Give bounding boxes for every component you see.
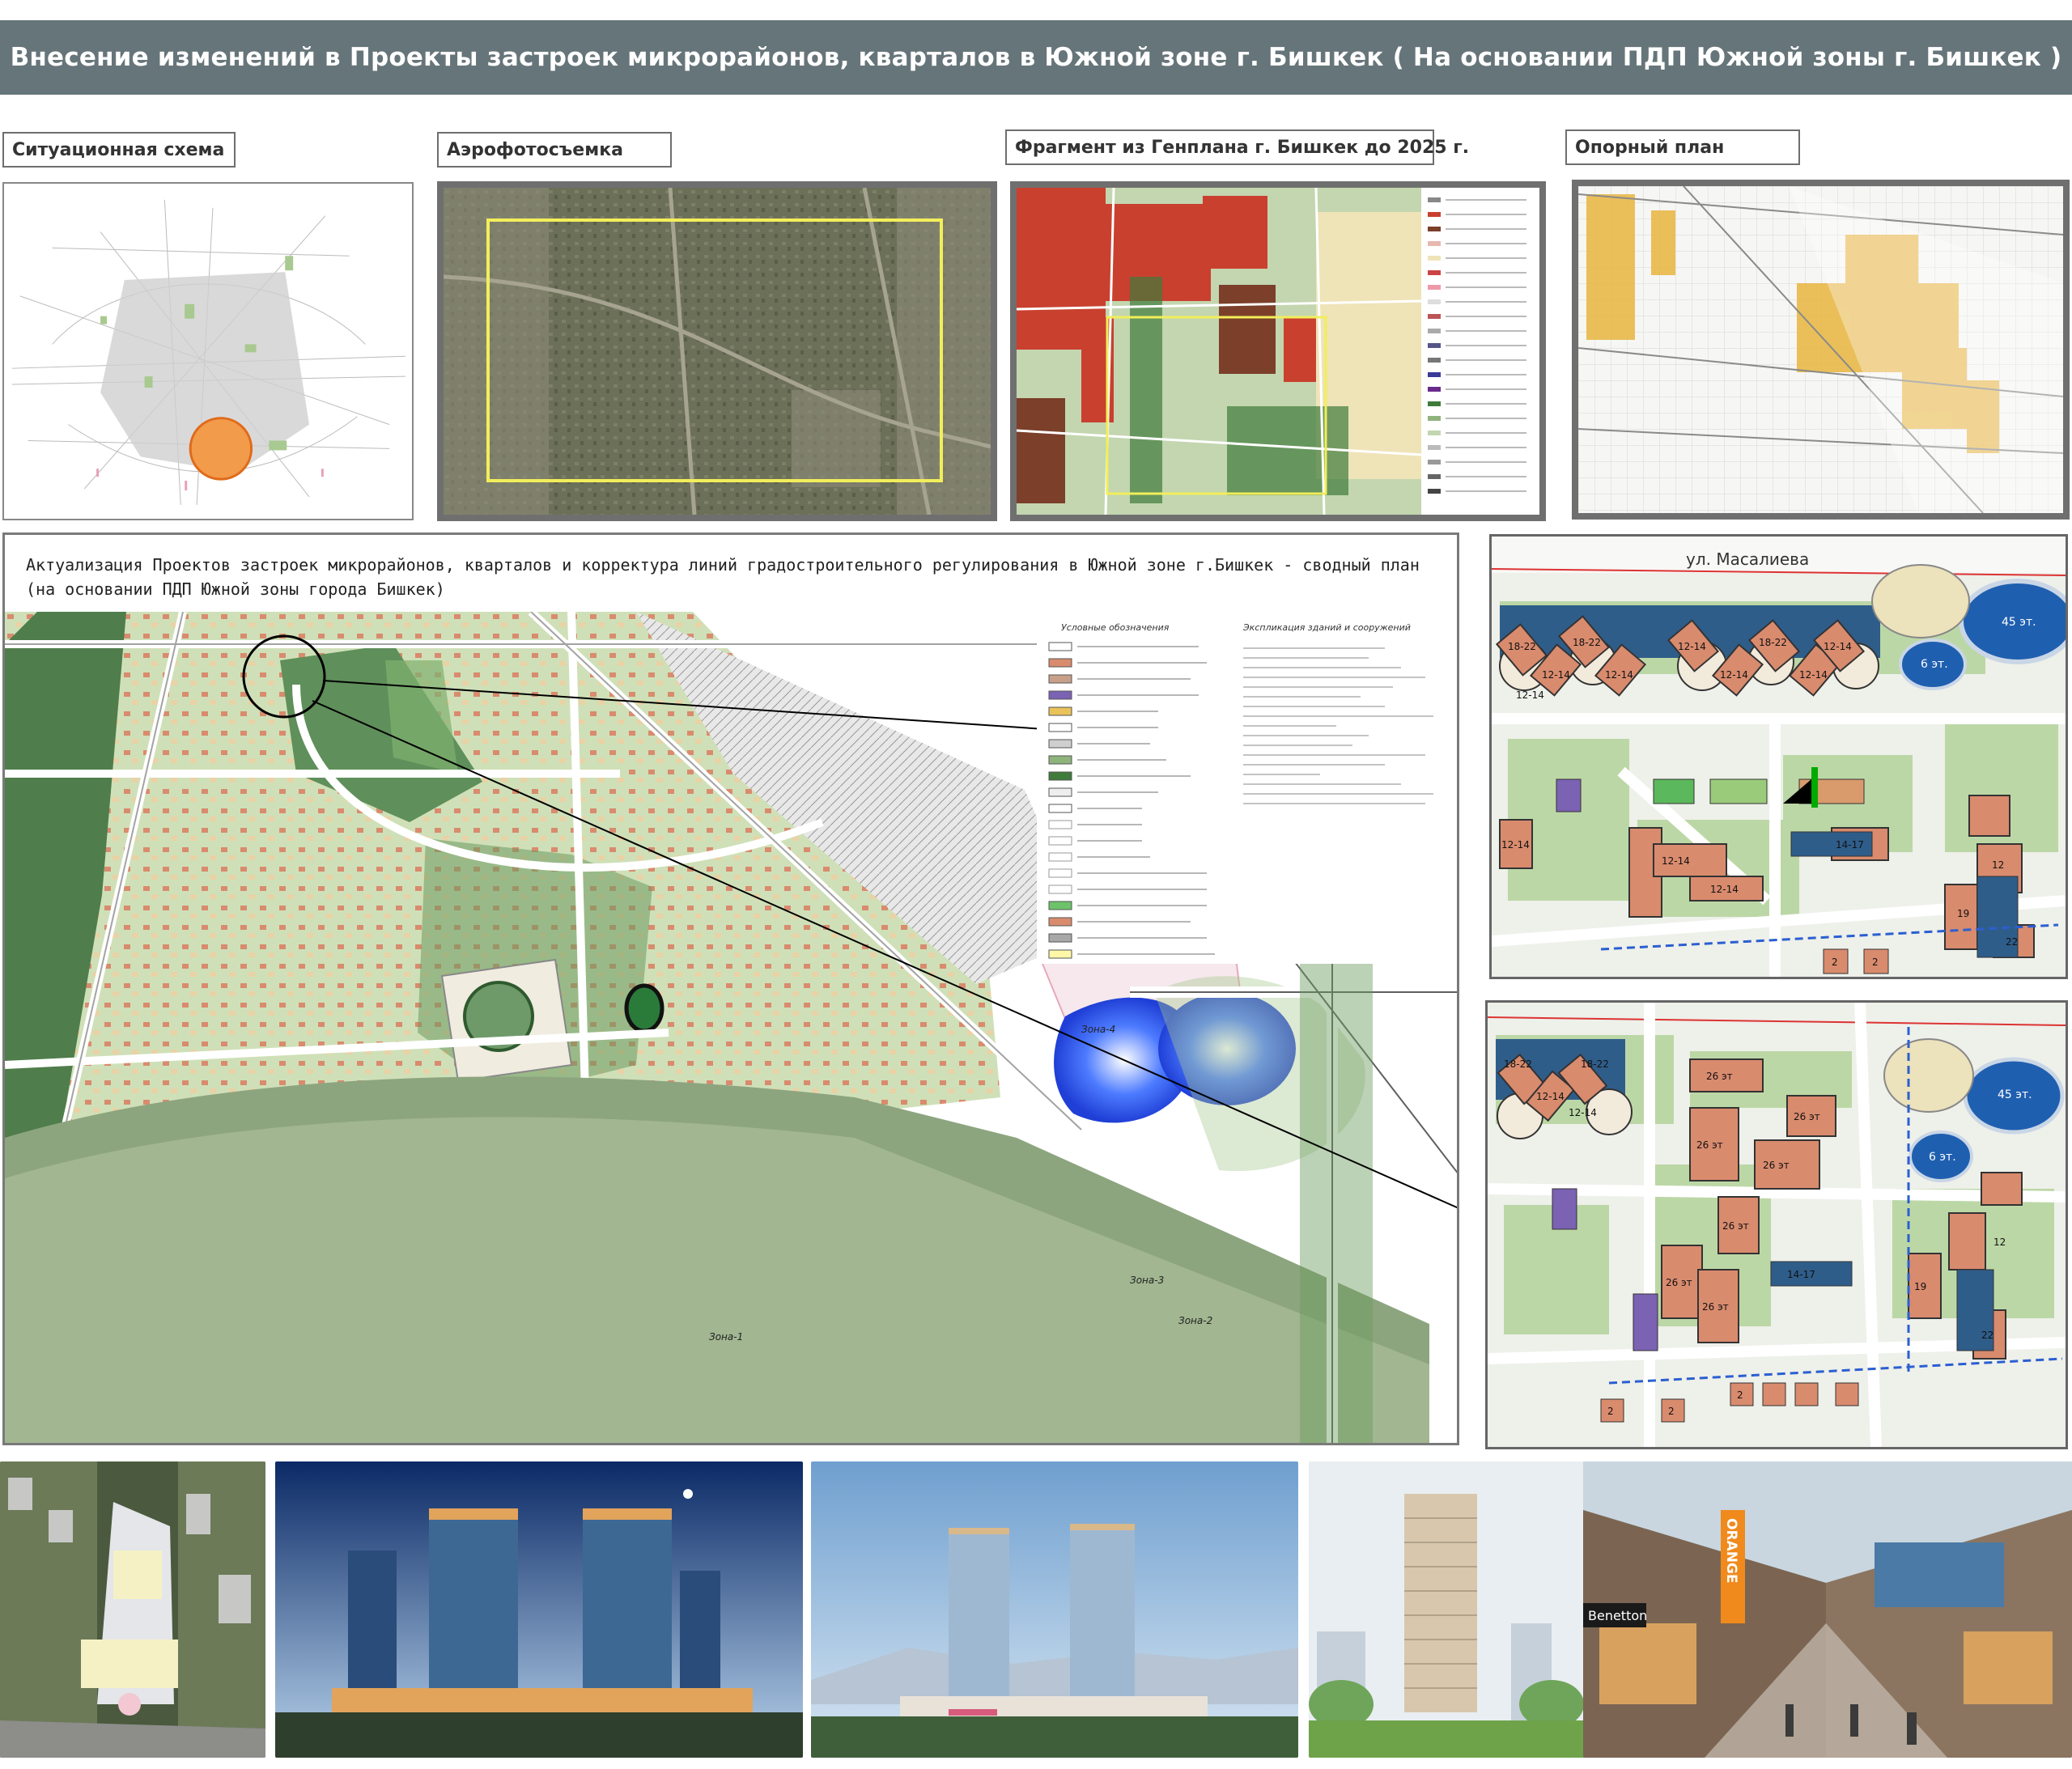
floor-label: 2	[1668, 1406, 1675, 1417]
floor-label: 2	[1737, 1389, 1743, 1401]
floor-label: 26 эт	[1706, 1071, 1733, 1082]
rendering-single-tower	[1309, 1461, 1586, 1758]
rendering-mall-interior: ORANGE Benetton	[1583, 1461, 2072, 1758]
floor-label: 26 эт	[1702, 1301, 1729, 1313]
page-title: Внесение изменений в Проекты застроек ми…	[0, 20, 2072, 95]
situation-scheme-map	[2, 182, 414, 520]
rendering-towers-dusk	[275, 1461, 803, 1758]
floor-label: 2	[1607, 1406, 1614, 1417]
plan-legend: Условные обозначения Экспликация зданий …	[1037, 616, 1457, 964]
floor-label: 12	[1993, 1237, 2006, 1248]
floor-label: 14-17	[1787, 1269, 1815, 1280]
ellipse-floor-label: 45 эт.	[1998, 1088, 2032, 1101]
floor-label: 18-22	[1581, 1058, 1609, 1070]
label-situation: Ситуационная схема	[2, 132, 236, 168]
mall-sign-orange: ORANGE	[1723, 1518, 1739, 1584]
floor-label: 12-14	[1569, 1107, 1597, 1118]
genplan-fragment-map	[1010, 181, 1546, 521]
main-plan-frame: Актуализация Проектов застроек микрорайо…	[2, 532, 1459, 1445]
rendering-aerial-photo	[0, 1461, 265, 1758]
rendering-twin-towers	[811, 1461, 1298, 1758]
floor-label: 18-22	[1504, 1058, 1532, 1070]
floor-label: 19	[1914, 1281, 1926, 1292]
detail-top-overlay	[1492, 537, 2066, 977]
zone-3-label: Зона-3	[1130, 1275, 1164, 1286]
floor-label: 26 эт	[1666, 1277, 1692, 1288]
aerial-photo	[437, 181, 997, 521]
legend-heading: Условные обозначения	[1061, 622, 1170, 633]
explication-heading: Экспликация зданий и сооружений	[1243, 622, 1411, 633]
floor-label: 26 эт	[1763, 1160, 1790, 1171]
zone-4-label: Зона-4	[1081, 1024, 1115, 1035]
main-plan-title: Актуализация Проектов застроек микрорайо…	[26, 555, 1420, 575]
main-plan-subtitle: (на основании ПДП Южной зоны города Бишк…	[26, 579, 445, 599]
label-aerial: Аэрофотосъемка	[437, 132, 672, 168]
mall-store-benetton: Benetton	[1588, 1608, 1647, 1623]
floor-label: 12-14	[1536, 1091, 1565, 1102]
floor-label: 26 эт	[1696, 1139, 1723, 1151]
label-base-plan: Опорный план	[1565, 129, 1800, 165]
label-genplan: Фрагмент из Генплана г. Бишкек до 2025 г…	[1005, 129, 1469, 165]
base-plan-map	[1572, 180, 2070, 520]
ellipse-floor-label: 6 эт.	[1929, 1151, 1956, 1164]
zone-2-label: Зона-2	[1178, 1315, 1212, 1326]
floor-label: 26 эт	[1794, 1111, 1820, 1122]
detail-plan-top: 18-22 18-22 18-22 12-14 12-14 12-14 12-1…	[1489, 534, 2068, 979]
floor-label: 22	[1981, 1330, 1993, 1341]
zone-1-label: Зона-1	[709, 1331, 743, 1343]
detail-plan-bottom: 18-22 18-22 12-14 12-14 26 эт 26 эт 26 э…	[1485, 1000, 2068, 1449]
floor-label: 26 эт	[1722, 1220, 1749, 1232]
